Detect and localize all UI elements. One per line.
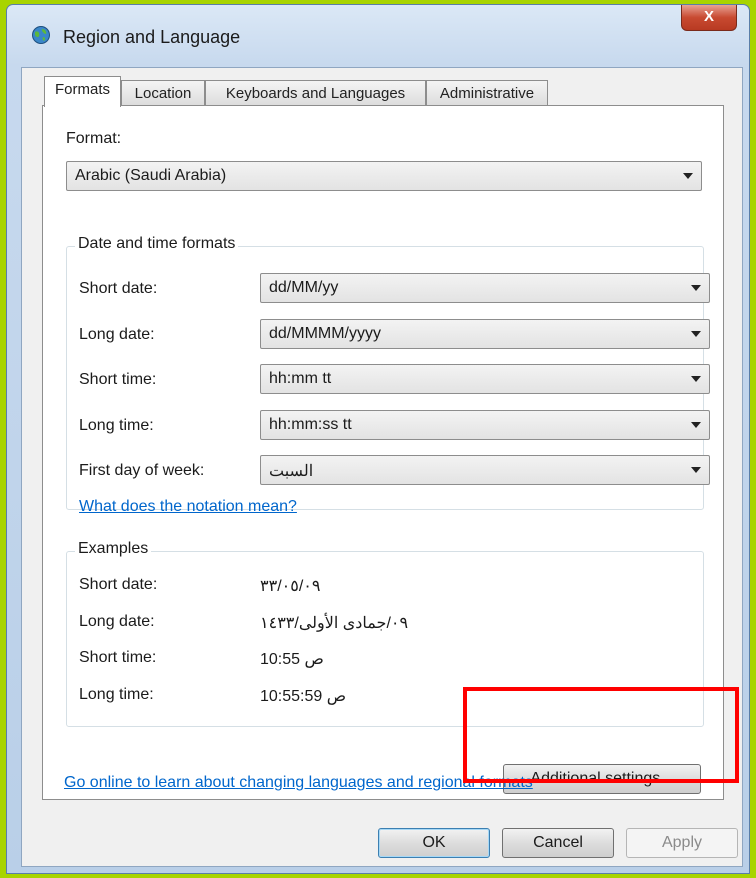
- tab-location[interactable]: Location: [121, 80, 205, 106]
- format-value: Arabic (Saudi Arabia): [75, 167, 227, 184]
- date-time-formats-legend: Date and time formats: [75, 235, 239, 253]
- long-time-value: hh:mm:ss tt: [269, 416, 352, 433]
- first-day-of-week-select[interactable]: السبت: [260, 455, 710, 485]
- long-date-value: dd/MMMM/yyyy: [269, 325, 381, 342]
- tab-keyboards-and-languages[interactable]: Keyboards and Languages: [205, 80, 426, 106]
- first-day-of-week-label: First day of week:: [79, 462, 205, 479]
- short-time-label: Short time:: [79, 371, 157, 388]
- ok-button[interactable]: OK: [378, 828, 490, 858]
- long-date-label: Long date:: [79, 326, 155, 343]
- example-long-date-value: ٠٩/جمادى الأولى/١٤٣٣: [260, 615, 409, 632]
- example-short-time-label: Short time:: [79, 649, 157, 666]
- examples-legend: Examples: [75, 540, 152, 558]
- close-icon[interactable]: X: [681, 5, 737, 31]
- example-short-date-value: ٣٣/٠٥/٠٩: [260, 578, 321, 595]
- short-time-value: hh:mm tt: [269, 370, 332, 387]
- date-time-formats-group: Date and time formats Short date: dd/MM/…: [66, 235, 710, 515]
- long-date-select[interactable]: dd/MMMM/yyyy: [260, 319, 710, 349]
- first-day-of-week-value: السبت: [269, 463, 314, 480]
- long-time-select[interactable]: hh:mm:ss tt: [260, 410, 710, 440]
- tab-formats[interactable]: Formats: [44, 76, 121, 107]
- chevron-down-icon: [691, 422, 701, 428]
- window-title: Region and Language: [63, 27, 241, 47]
- long-time-label: Long time:: [79, 417, 154, 434]
- chevron-down-icon: [691, 285, 701, 291]
- apply-button[interactable]: Apply: [626, 828, 738, 858]
- notation-help-link[interactable]: What does the notation mean?: [79, 498, 297, 516]
- chevron-down-icon: [691, 376, 701, 382]
- example-long-date-label: Long date:: [79, 613, 155, 630]
- highlight-box: [463, 687, 739, 783]
- globe-icon: [32, 26, 50, 44]
- short-time-select[interactable]: hh:mm tt: [260, 364, 710, 394]
- example-short-date-label: Short date:: [79, 576, 158, 593]
- example-long-time-value: 10:55:59 ص: [260, 688, 347, 705]
- chevron-down-icon: [691, 331, 701, 337]
- format-select[interactable]: Arabic (Saudi Arabia): [66, 161, 702, 191]
- short-date-label: Short date:: [79, 280, 158, 297]
- cancel-button[interactable]: Cancel: [502, 828, 614, 858]
- chevron-down-icon: [683, 173, 693, 179]
- format-label: Format:: [66, 130, 122, 147]
- title-bar: Region and Language X: [7, 5, 749, 61]
- short-date-value: dd/MM/yy: [269, 279, 339, 296]
- short-date-select[interactable]: dd/MM/yy: [260, 273, 710, 303]
- example-long-time-label: Long time:: [79, 686, 154, 703]
- chevron-down-icon: [691, 467, 701, 473]
- tab-administrative[interactable]: Administrative: [426, 80, 548, 106]
- example-short-time-value: 10:55 ص: [260, 651, 324, 668]
